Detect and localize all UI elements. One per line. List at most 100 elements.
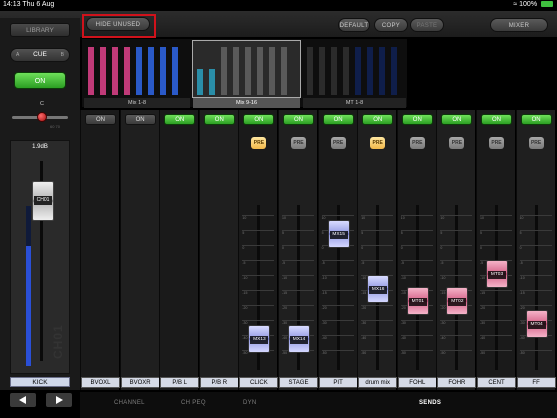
tab-dyn[interactable]: DYN [243, 400, 257, 406]
battery-percent: 100% [519, 1, 538, 8]
strip-name[interactable]: drum mix [358, 377, 398, 388]
prev-channel-button[interactable] [10, 393, 36, 407]
pre-button[interactable]: PRE [370, 137, 386, 149]
default-button[interactable]: DEFAULT [338, 18, 370, 32]
strip-name[interactable]: PIT [318, 377, 358, 388]
tab-ch-peq[interactable]: CH PEQ [181, 400, 206, 406]
strip-on-button[interactable]: ON [441, 114, 473, 125]
scale-tick: 10 [282, 215, 314, 220]
pre-button[interactable]: PRE [251, 137, 267, 149]
send-fader-knob[interactable]: MT01 [406, 287, 429, 315]
strip-name[interactable]: BVOXR [120, 377, 160, 388]
pre-button[interactable]: PRE [409, 137, 425, 149]
pan-range-label: 60 70 [50, 124, 61, 129]
pre-button[interactable]: PRE [330, 137, 346, 149]
strip-on-button[interactable]: ON [243, 114, 275, 125]
meter-bar [391, 47, 397, 95]
strip-on-button[interactable]: ON [322, 114, 354, 125]
channel-on-button[interactable]: ON [14, 72, 66, 89]
bus-group-mix-1-8[interactable]: Mix 1-8 [84, 41, 190, 108]
channel-meter [26, 206, 31, 366]
tab-channel[interactable]: CHANNEL [114, 400, 145, 406]
bus-group-mix-9-16[interactable]: Mix 9-16 [192, 40, 301, 108]
channel-fader-knob[interactable]: CH01 [32, 181, 54, 221]
strip-name[interactable]: FOHL [397, 377, 437, 388]
strip-on-button[interactable]: ON [85, 114, 116, 125]
strip-on-button[interactable]: ON [164, 114, 196, 125]
bus-group-mt-1-8[interactable]: MT 1-8 [303, 41, 406, 108]
strip-name[interactable]: BVOXL [81, 377, 120, 388]
strip-on-button[interactable]: ON [520, 114, 552, 125]
send-fader-knob[interactable]: MT02 [446, 287, 469, 315]
mixer-button[interactable]: MIXER [490, 18, 548, 32]
channel-fader-label: CH01 [34, 196, 52, 205]
scale-tick: -5 [440, 260, 473, 265]
strip-on-button[interactable]: ON [283, 114, 314, 125]
strip-on-button[interactable]: ON [124, 114, 156, 125]
cue-b-label: B [60, 52, 64, 58]
meter-bar [112, 47, 118, 95]
channel-name[interactable]: KICK [10, 377, 70, 387]
next-channel-button[interactable] [46, 393, 72, 407]
copy-button[interactable]: COPY [374, 18, 408, 32]
scale-tick: -50 [480, 350, 512, 355]
send-fader-knob[interactable]: MT04 [525, 310, 548, 338]
meter-bar [88, 47, 94, 95]
library-button[interactable]: LIBRARY [10, 23, 70, 37]
scale-tick: 5 [282, 230, 314, 235]
strip-name[interactable]: P/B R [199, 377, 239, 388]
strip-on-button[interactable]: ON [362, 114, 394, 125]
send-fader-knob[interactable]: MT03 [486, 260, 508, 288]
strip-name[interactable]: FOHR [437, 377, 477, 388]
scale-tick: -50 [400, 350, 433, 355]
strip-name[interactable]: P/B L [160, 377, 200, 388]
scale-tick: -5 [282, 260, 314, 265]
strip-on-button[interactable]: ON [401, 114, 433, 125]
pre-button[interactable]: PRE [291, 137, 306, 149]
tab-sends[interactable]: SENDS [419, 400, 441, 406]
meter-bar [245, 47, 251, 95]
gain-value: 1.9dB [32, 144, 48, 150]
hide-unused-button[interactable]: HIDE UNUSED [86, 17, 150, 31]
scale-tick: 0 [400, 245, 433, 250]
send-strips: ON BVOXL ON BVOXR ON P/B L ON P/B R ON PRE 10 5 0 -5 -… [80, 110, 557, 390]
battery-icon [541, 1, 553, 7]
scale-tick: 0 [519, 245, 552, 250]
pan-center-label: C [40, 101, 44, 107]
scale-tick: -20 [361, 305, 394, 310]
selected-channel-panel: LIBRARY A CUE B ON C 60 70 1.9dB CH01 CH… [0, 18, 80, 390]
send-fader-label: MT04 [527, 321, 546, 329]
strip-name[interactable]: FF [516, 377, 556, 388]
pre-button[interactable]: PRE [528, 137, 544, 149]
send-fader-knob[interactable]: MX16 [367, 275, 390, 303]
send-fader-knob[interactable]: MX15 [327, 220, 350, 248]
strip-name[interactable]: STAGE [279, 377, 318, 388]
meter-bar [331, 47, 337, 95]
cue-button[interactable]: A CUE B [10, 48, 70, 62]
strip-on-button[interactable]: ON [481, 114, 512, 125]
channel-meter-fill [26, 246, 31, 366]
pre-button[interactable]: PRE [489, 137, 504, 149]
scale-tick: 5 [440, 230, 473, 235]
strip-name[interactable]: CENT [477, 377, 516, 388]
scale-tick: -10 [242, 275, 275, 280]
paste-button[interactable]: PASTE [410, 18, 444, 32]
scale-tick: -30 [400, 320, 433, 325]
send-fader-knob[interactable]: MX14 [288, 325, 310, 353]
scale-tick: 0 [440, 245, 473, 250]
send-strip: ON PRE 10 5 0 -5 -10 -15 -20 -30 -40 -50 MX13 CLICK [238, 110, 279, 390]
meter-bar [355, 47, 361, 95]
scale-tick: 5 [480, 230, 512, 235]
channel-fader-panel: 1.9dB CH01 CH01 [10, 140, 70, 374]
meter-bar [100, 47, 106, 95]
pan-knob[interactable] [37, 112, 47, 122]
pre-button[interactable]: PRE [449, 137, 465, 149]
scale-tick: -20 [321, 305, 354, 310]
send-fader-knob[interactable]: MX13 [248, 325, 271, 353]
scale-tick: 0 [480, 245, 512, 250]
status-date: Thu 6 Aug [22, 1, 55, 8]
status-bar: 14:13 Thu 6 Aug ≈ 100% [0, 0, 557, 11]
strip-name[interactable]: CLICK [239, 377, 279, 388]
send-fader-label: MT02 [448, 298, 467, 306]
strip-on-button[interactable]: ON [203, 114, 235, 125]
